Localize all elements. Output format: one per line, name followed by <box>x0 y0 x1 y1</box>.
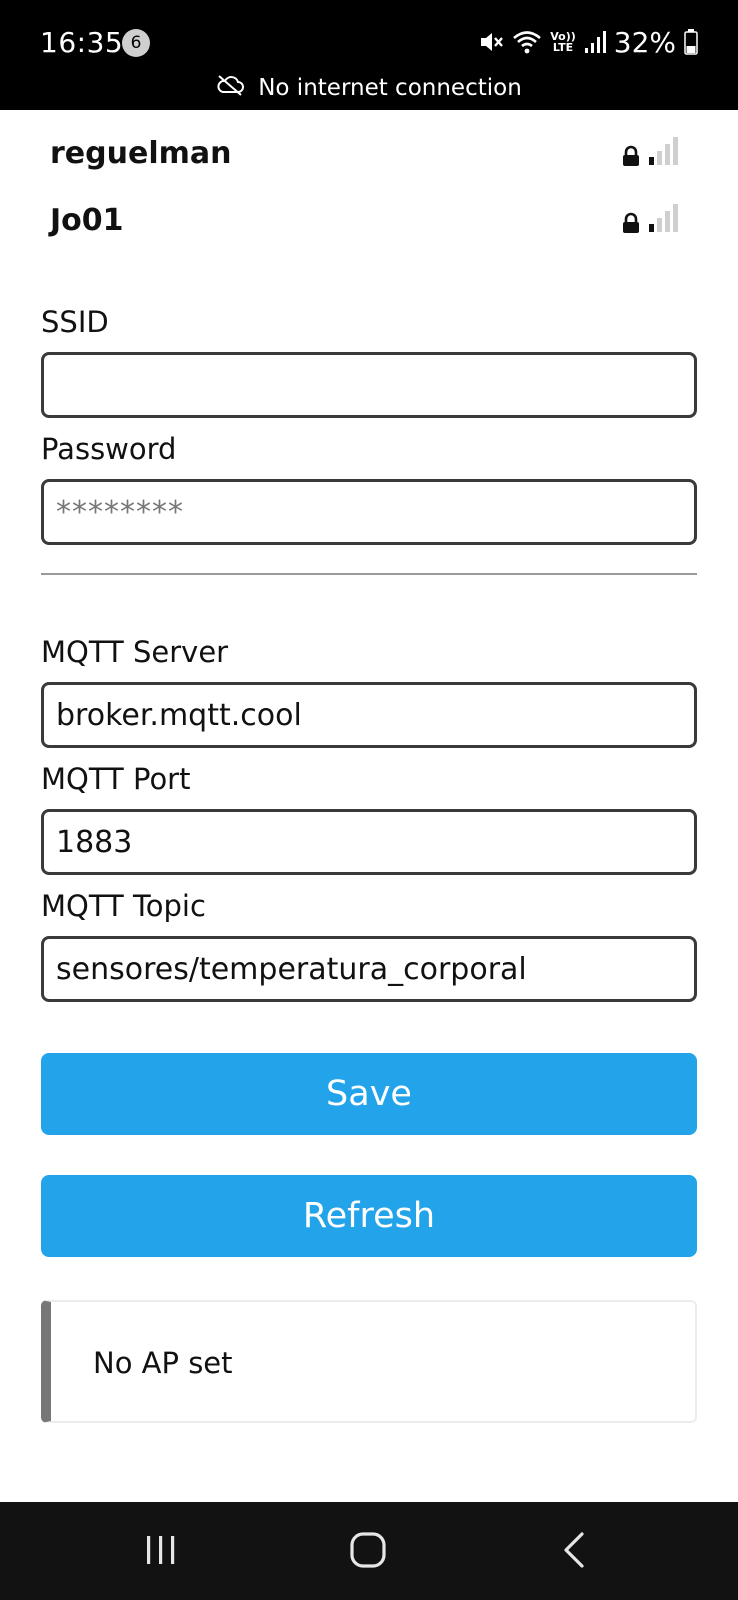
password-label: Password <box>41 432 177 466</box>
mqtt-server-label: MQTT Server <box>41 635 229 669</box>
back-icon <box>562 1531 586 1573</box>
lock-icon <box>622 212 640 239</box>
ssid-label: SSID <box>41 305 109 339</box>
wifi-network-name: reguelman <box>50 135 232 171</box>
ssid-input[interactable] <box>41 352 697 418</box>
navigation-bar <box>0 1502 738 1600</box>
home-button[interactable] <box>338 1524 398 1580</box>
status-icons: Vo)) LTE 32% <box>478 24 698 60</box>
signal-strength-icon <box>648 202 680 239</box>
mqtt-port-label: MQTT Port <box>41 762 191 796</box>
mqtt-topic-label: MQTT Topic <box>41 889 206 923</box>
connection-message: No internet connection <box>258 75 522 101</box>
wifi-icon <box>512 29 542 55</box>
wifi-network-status <box>622 135 680 172</box>
connection-banner: No internet connection <box>0 74 738 102</box>
battery-percent: 32% <box>613 25 676 59</box>
mute-icon <box>478 29 504 55</box>
save-button[interactable]: Save <box>41 1053 697 1135</box>
mqtt-server-input[interactable] <box>41 682 697 748</box>
refresh-button[interactable]: Refresh <box>41 1175 697 1257</box>
cloud-off-icon <box>216 74 245 102</box>
status-message-text: No AP set <box>93 1346 233 1380</box>
recent-apps-button[interactable] <box>131 1524 191 1580</box>
wifi-network-status <box>622 202 680 239</box>
lte-icon: Vo)) LTE <box>550 31 576 53</box>
battery-icon <box>684 29 698 55</box>
mqtt-topic-input[interactable] <box>41 936 697 1002</box>
notification-count-badge: 6 <box>122 29 150 57</box>
signal-strength-icon <box>648 135 680 172</box>
signal-icon <box>584 30 606 54</box>
status-bar: 16:35 6 Vo)) LTE 32% No internet connect… <box>0 0 738 110</box>
back-button[interactable] <box>544 1524 604 1580</box>
wifi-network-item[interactable]: reguelman <box>50 128 680 178</box>
section-divider <box>41 573 697 575</box>
lock-icon <box>622 145 640 172</box>
home-icon <box>350 1531 386 1573</box>
recent-apps-icon <box>144 1535 178 1570</box>
status-time: 16:35 <box>40 26 124 59</box>
wifi-network-item[interactable]: Jo01 <box>50 195 680 245</box>
status-message-box: No AP set <box>41 1300 697 1423</box>
wifi-network-name: Jo01 <box>50 202 124 238</box>
mqtt-port-input[interactable] <box>41 809 697 875</box>
password-input[interactable] <box>41 479 697 545</box>
lte-bottom-label: LTE <box>552 41 574 54</box>
